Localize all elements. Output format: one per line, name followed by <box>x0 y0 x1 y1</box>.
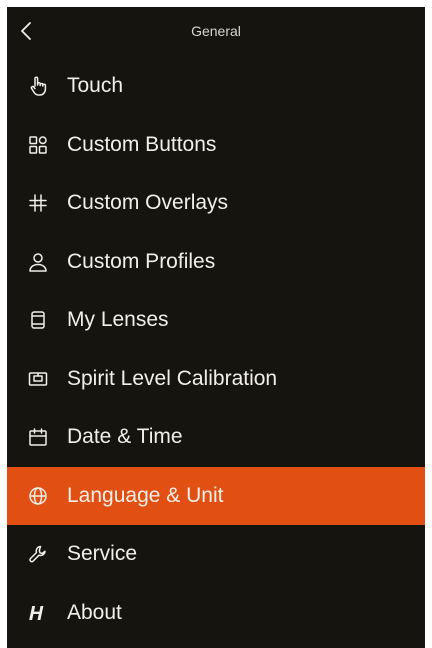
menu-item-label: Custom Buttons <box>67 132 217 156</box>
header: General <box>7 7 425 57</box>
globe-icon <box>27 485 49 507</box>
menu-item-my-lenses[interactable]: My Lenses <box>7 291 425 350</box>
menu-item-label: Date & Time <box>67 425 183 449</box>
user-icon <box>27 251 49 273</box>
menu-item-label: About <box>67 600 122 624</box>
menu-item-label: My Lenses <box>67 308 169 332</box>
menu-item-label: Spirit Level Calibration <box>67 366 278 390</box>
page-title: General <box>191 23 241 39</box>
menu-item-service[interactable]: Service <box>7 525 425 584</box>
menu-item-about[interactable]: About <box>7 584 425 643</box>
menu-list: Touch Custom Buttons Custom Overlays Cus… <box>7 57 425 642</box>
level-icon <box>27 368 49 390</box>
menu-item-custom-overlays[interactable]: Custom Overlays <box>7 174 425 233</box>
menu-item-touch[interactable]: Touch <box>7 57 425 116</box>
calendar-icon <box>27 426 49 448</box>
menu-item-label: Touch <box>67 74 124 98</box>
wrench-icon <box>27 543 49 565</box>
menu-item-custom-buttons[interactable]: Custom Buttons <box>7 116 425 175</box>
menu-item-label: Custom Overlays <box>67 191 229 215</box>
touch-hand-icon <box>27 75 49 97</box>
h-logo-icon <box>27 602 49 624</box>
menu-item-custom-profiles[interactable]: Custom Profiles <box>7 233 425 292</box>
lens-icon <box>27 309 49 331</box>
menu-item-label: Language & Unit <box>67 483 224 507</box>
menu-item-language-unit[interactable]: Language & Unit <box>7 466 425 525</box>
menu-item-spirit-level-calibration[interactable]: Spirit Level Calibration <box>7 350 425 409</box>
settings-screen: General Touch Custom Buttons Custom Over… <box>7 7 425 648</box>
menu-item-label: Custom Profiles <box>67 249 216 273</box>
grid-icon <box>27 134 49 156</box>
hash-icon <box>27 192 49 214</box>
menu-item-date-time[interactable]: Date & Time <box>7 408 425 467</box>
menu-item-label: Service <box>67 542 138 566</box>
